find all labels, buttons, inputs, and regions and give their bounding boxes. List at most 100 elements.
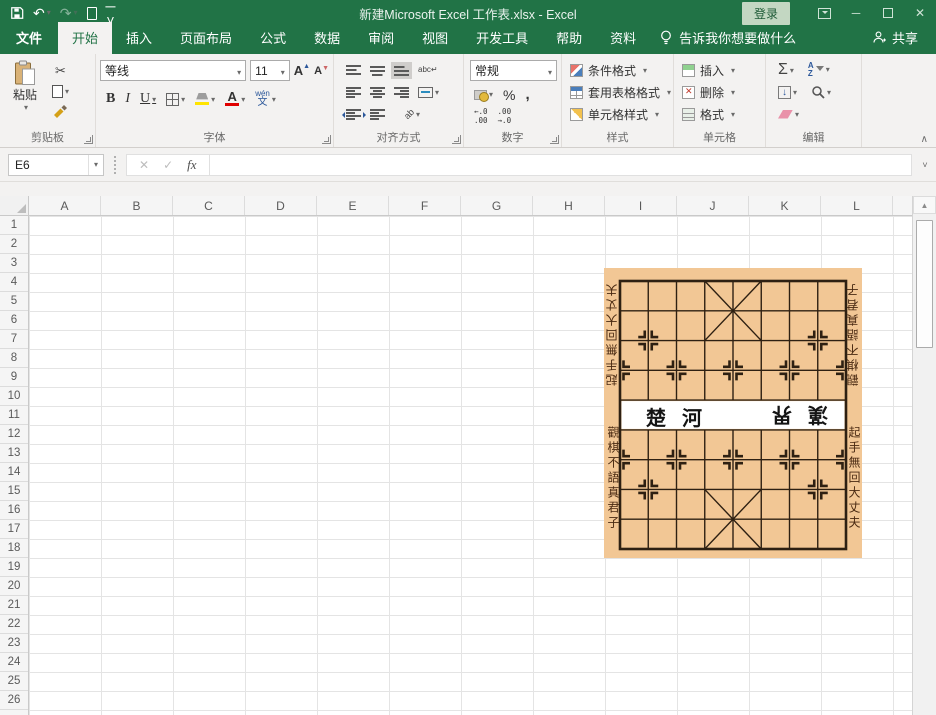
redo-button[interactable]: ↷ <box>60 6 78 20</box>
formula-bar-expand-button[interactable]: ˅ <box>914 160 936 170</box>
ribbon-tab[interactable]: 公式 <box>246 22 300 54</box>
formula-input[interactable] <box>210 154 912 176</box>
wrap-text-button[interactable]: abc↵ <box>418 66 438 74</box>
row-header-24[interactable]: 24 <box>0 653 28 672</box>
vertical-scrollbar[interactable]: ▲ <box>912 196 936 715</box>
cancel-button[interactable]: ✕ <box>139 158 149 172</box>
new-file-button[interactable] <box>87 7 97 20</box>
align-center-button[interactable] <box>370 87 385 98</box>
scroll-up-button[interactable]: ▲ <box>913 196 936 214</box>
collapse-ribbon-button[interactable]: ∧ <box>921 134 928 145</box>
select-all-corner[interactable] <box>0 196 29 215</box>
column-header-partial[interactable] <box>893 196 912 215</box>
fill-button[interactable]: ↓ <box>778 86 797 99</box>
ribbon-tab[interactable]: 帮助 <box>542 22 596 54</box>
format-cells-button[interactable]: 格式 <box>682 106 761 123</box>
row-header-9[interactable]: 9 <box>0 368 28 387</box>
column-header-F[interactable]: F <box>389 196 461 215</box>
row-header-10[interactable]: 10 <box>0 387 28 406</box>
ribbon-tab[interactable]: 审阅 <box>354 22 408 54</box>
font-dialog-launcher[interactable] <box>322 135 331 144</box>
underline-button[interactable]: U <box>140 91 156 107</box>
merge-center-button[interactable] <box>418 87 439 98</box>
align-bottom-button[interactable] <box>394 65 409 76</box>
autosum-button[interactable]: Σ <box>778 63 794 77</box>
italic-button[interactable]: I <box>125 91 130 107</box>
font-color-button[interactable]: BA <box>225 92 245 106</box>
clear-button[interactable] <box>778 110 799 119</box>
alignment-dialog-launcher[interactable] <box>452 135 461 144</box>
ribbon-tab[interactable]: 页面布局 <box>166 22 246 54</box>
row-header-1[interactable]: 1 <box>0 216 28 235</box>
row-header-26[interactable]: 26 <box>0 691 28 710</box>
delete-cells-button[interactable]: 删除 <box>682 84 761 101</box>
decrease-font-size-button[interactable]: A▼ <box>314 65 329 77</box>
orientation-button[interactable]: ab <box>404 109 420 119</box>
ribbon-tab[interactable]: 视图 <box>408 22 462 54</box>
column-header-L[interactable]: L <box>821 196 893 215</box>
fill-color-button[interactable] <box>195 93 215 105</box>
column-header-H[interactable]: H <box>533 196 605 215</box>
align-middle-button[interactable] <box>370 65 385 76</box>
row-header-22[interactable]: 22 <box>0 615 28 634</box>
row-header-17[interactable]: 17 <box>0 520 28 539</box>
align-top-button[interactable] <box>346 65 361 76</box>
row-header-16[interactable]: 16 <box>0 501 28 520</box>
sort-filter-button[interactable]: AZ <box>808 62 830 78</box>
undo-button[interactable]: ↶ <box>33 6 51 20</box>
increase-decimal-button[interactable]: ←.0 .00 <box>474 108 488 125</box>
row-header-20[interactable]: 20 <box>0 577 28 596</box>
row-header-7[interactable]: 7 <box>0 330 28 349</box>
row-header-4[interactable]: 4 <box>0 273 28 292</box>
row-header-11[interactable]: 11 <box>0 406 28 425</box>
ribbon-tab[interactable]: 开始 <box>58 22 112 54</box>
tell-me-button[interactable]: 告诉我你想要做什么 <box>650 22 806 54</box>
column-header-D[interactable]: D <box>245 196 317 215</box>
row-header-15[interactable]: 15 <box>0 482 28 501</box>
tab-file[interactable]: 文件 <box>0 22 58 54</box>
conditional-formatting-button[interactable]: 条件格式 <box>570 62 669 79</box>
cell-styles-button[interactable]: 单元格样式 <box>570 106 669 123</box>
clipboard-dialog-launcher[interactable] <box>84 135 93 144</box>
column-header-I[interactable]: I <box>605 196 677 215</box>
save-button[interactable] <box>10 6 24 20</box>
cut-button[interactable]: ✂ <box>52 63 69 79</box>
align-left-button[interactable] <box>346 87 361 98</box>
format-as-table-button[interactable]: 套用表格格式 <box>570 84 669 101</box>
column-header-C[interactable]: C <box>173 196 245 215</box>
column-header-G[interactable]: G <box>461 196 533 215</box>
row-header-18[interactable]: 18 <box>0 539 28 558</box>
number-format-select[interactable]: 常规 <box>470 60 557 81</box>
borders-button[interactable] <box>166 93 185 106</box>
bold-button[interactable]: B <box>106 91 115 107</box>
row-header-23[interactable]: 23 <box>0 634 28 653</box>
row-header-21[interactable]: 21 <box>0 596 28 615</box>
decrease-decimal-button[interactable]: .00 →.0 <box>498 108 512 125</box>
row-header-8[interactable]: 8 <box>0 349 28 368</box>
row-header-19[interactable]: 19 <box>0 558 28 577</box>
row-header-5[interactable]: 5 <box>0 292 28 311</box>
row-header-13[interactable]: 13 <box>0 444 28 463</box>
decrease-indent-button[interactable] <box>346 109 361 120</box>
column-header-A[interactable]: A <box>29 196 101 215</box>
find-select-button[interactable] <box>811 85 831 99</box>
increase-font-size-button[interactable]: A▲ <box>294 63 310 78</box>
number-dialog-launcher[interactable] <box>550 135 559 144</box>
percent-style-button[interactable]: % <box>503 87 515 103</box>
row-header-14[interactable]: 14 <box>0 463 28 482</box>
pinyin-guide-button[interactable]: wén文 <box>255 90 276 108</box>
name-box-dropdown[interactable]: ▾ <box>88 155 103 175</box>
column-header-K[interactable]: K <box>749 196 821 215</box>
enter-button[interactable]: ✓ <box>163 158 173 172</box>
copy-button[interactable] <box>52 85 69 98</box>
font-name-select[interactable]: 等线 <box>100 60 246 81</box>
ribbon-display-options-button[interactable] <box>808 0 840 26</box>
ribbon-tab[interactable]: 插入 <box>112 22 166 54</box>
scrollbar-thumb[interactable] <box>916 220 933 348</box>
ribbon-tab[interactable]: 数据 <box>300 22 354 54</box>
paste-button[interactable]: 粘贴 <box>4 57 46 131</box>
increase-indent-button[interactable] <box>370 109 385 120</box>
font-size-select[interactable]: 11 <box>250 60 290 81</box>
align-right-button[interactable] <box>394 87 409 98</box>
row-header-12[interactable]: 12 <box>0 425 28 444</box>
